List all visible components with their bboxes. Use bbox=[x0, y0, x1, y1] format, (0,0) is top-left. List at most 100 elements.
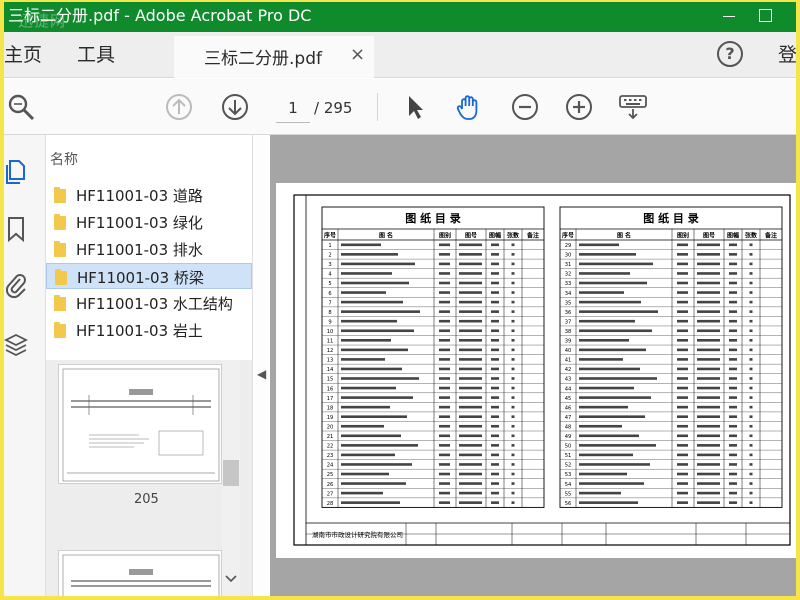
table-cell-text bbox=[697, 272, 720, 275]
table-cell-text bbox=[579, 339, 629, 342]
table-cell-text bbox=[439, 281, 450, 285]
table-cell-text bbox=[459, 310, 482, 313]
help-icon[interactable]: ? bbox=[717, 41, 743, 67]
document-tab[interactable]: 三标二分册.pdf × bbox=[174, 36, 374, 78]
table-cell-text bbox=[697, 291, 720, 294]
table-cell-text bbox=[439, 300, 450, 304]
table-cell-text bbox=[579, 262, 653, 266]
table-cell-text bbox=[511, 358, 515, 361]
table-cell-text bbox=[511, 444, 515, 447]
table-cell-text bbox=[341, 358, 385, 361]
document-viewer[interactable]: 图 纸 目 录序号图 名图别 图号 图幅 张数 备注 1 2 3 4 5 6 7 8 9 10 11 12 13 1… bbox=[270, 135, 796, 596]
select-cursor-icon[interactable] bbox=[400, 92, 430, 122]
table-cell-text bbox=[511, 491, 515, 495]
table-cell-text bbox=[341, 396, 413, 399]
table-row-number: 29 bbox=[565, 243, 572, 249]
table-cell-text bbox=[511, 291, 515, 294]
table-cell-text bbox=[459, 482, 482, 485]
table-cell-text bbox=[439, 377, 450, 380]
acrobat-window: 迅捷网 三标二分册.pdf - Adobe Acrobat Pro DC 主页 … bbox=[4, 2, 796, 596]
table-cell-text bbox=[729, 463, 737, 466]
close-icon[interactable]: × bbox=[350, 44, 365, 65]
table-cell-text bbox=[749, 415, 753, 418]
table-cell-text bbox=[749, 501, 753, 504]
table-cell-text bbox=[439, 329, 450, 333]
table-row-number: 47 bbox=[565, 415, 572, 421]
table-cell-text bbox=[749, 463, 753, 466]
table-cell-text bbox=[341, 444, 418, 447]
table-cell-text bbox=[341, 377, 419, 380]
table-cell-text bbox=[439, 339, 450, 342]
table-cell-text bbox=[677, 377, 688, 380]
bookmark-item-greening[interactable]: HF11001-03 绿化 bbox=[46, 209, 252, 235]
bookmark-label: HF11001-03 绿化 bbox=[76, 214, 203, 232]
column-header: 图幅 bbox=[727, 232, 739, 240]
hand-icon[interactable] bbox=[454, 92, 484, 122]
drawing-index-sheet: 图 纸 目 录序号图 名图别 图号 图幅 张数 备注123456789101112131… bbox=[293, 194, 791, 546]
panel-collapse-handle[interactable]: ◀ bbox=[252, 135, 270, 596]
minimize-button[interactable] bbox=[716, 5, 742, 27]
bookmark-item-road[interactable]: HF11001-03 道路 bbox=[46, 182, 252, 208]
layers-icon[interactable] bbox=[4, 331, 28, 359]
tools-tab[interactable]: 工具 bbox=[77, 43, 115, 67]
table-cell-text bbox=[511, 482, 515, 485]
table-row-number: 40 bbox=[565, 348, 572, 354]
table-cell-text bbox=[439, 272, 450, 275]
menu-bar: 主页 工具 三标二分册.pdf × ? 登 bbox=[4, 32, 796, 78]
page-down-icon[interactable] bbox=[220, 92, 250, 122]
page-number-input[interactable]: 1 bbox=[276, 97, 310, 123]
table-cell-text bbox=[491, 415, 499, 418]
table-cell-text bbox=[677, 386, 688, 390]
table-cell-text bbox=[459, 396, 482, 399]
table-cell-text bbox=[729, 358, 737, 361]
table-row-number: 49 bbox=[565, 434, 572, 440]
zoom-in-icon[interactable] bbox=[564, 92, 594, 122]
page-thumbnail[interactable] bbox=[58, 550, 222, 596]
table-cell-text bbox=[459, 405, 482, 409]
bookmark-label: HF11001-03 岩土 bbox=[76, 322, 203, 340]
table-cell-text bbox=[439, 253, 450, 256]
bookmark-icon[interactable] bbox=[4, 215, 28, 243]
table-cell-text bbox=[439, 291, 450, 294]
bookmark-item-drainage[interactable]: HF11001-03 排水 bbox=[46, 236, 252, 262]
scrollbar-thumb[interactable] bbox=[223, 460, 239, 486]
bookmark-item-hydraulic-structure[interactable]: HF11001-03 水工结构 bbox=[46, 290, 252, 316]
bookmark-item-geotechnical[interactable]: HF11001-03 岩土 bbox=[46, 317, 252, 343]
table-cell-text bbox=[729, 281, 737, 285]
folder-icon bbox=[55, 269, 67, 285]
attachment-icon[interactable] bbox=[4, 271, 28, 299]
table-row-number: 28 bbox=[327, 501, 334, 507]
table-cell-text bbox=[341, 463, 412, 466]
table-cell-text bbox=[439, 367, 450, 371]
table-cell-text bbox=[511, 501, 515, 504]
table-cell-text bbox=[341, 367, 402, 371]
table-cell-text bbox=[511, 253, 515, 256]
page-thumbnail[interactable] bbox=[58, 364, 222, 484]
page-thumbnails-icon[interactable] bbox=[4, 157, 28, 185]
table-cell-text bbox=[677, 501, 688, 504]
maximize-button[interactable] bbox=[752, 5, 778, 27]
folder-icon bbox=[54, 295, 66, 311]
home-tab[interactable]: 主页 bbox=[4, 43, 42, 67]
table-cell-text bbox=[341, 339, 391, 342]
table-cell-text bbox=[491, 253, 499, 256]
table-cell-text bbox=[341, 405, 390, 409]
keyboard-icon[interactable] bbox=[618, 92, 648, 122]
table-cell-text bbox=[511, 453, 515, 457]
table-cell-text bbox=[341, 472, 389, 476]
table-cell-text bbox=[439, 262, 450, 266]
table-cell-text bbox=[677, 405, 688, 409]
table-row-number: 43 bbox=[565, 377, 572, 383]
search-icon[interactable] bbox=[6, 92, 36, 122]
table-row-number: 37 bbox=[565, 319, 572, 325]
table-cell-text bbox=[579, 272, 630, 275]
thumbnail-scrollbar[interactable] bbox=[222, 360, 240, 596]
zoom-out-icon[interactable] bbox=[510, 92, 540, 122]
table-cell-text bbox=[729, 501, 737, 504]
bookmark-item-bridge[interactable]: HF11001-03 桥梁 bbox=[46, 263, 252, 289]
sign-in-link[interactable]: 登 bbox=[778, 43, 796, 67]
table-cell-text bbox=[341, 319, 397, 323]
table-cell-text bbox=[697, 358, 720, 361]
page-up-icon[interactable] bbox=[164, 92, 194, 122]
chevron-down-icon[interactable] bbox=[225, 574, 237, 584]
